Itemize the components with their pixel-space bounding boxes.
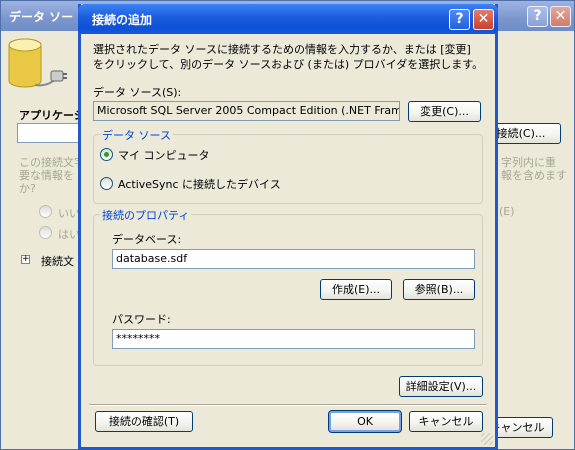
radio-my-computer-label[interactable]: マイ コンピュータ [118, 147, 210, 163]
datasource-field: Microsoft SQL Server 2005 Compact Editio… [93, 101, 400, 121]
datasource-label: データ ソース(S): [93, 86, 182, 99]
test-connection-button[interactable]: 接続の確認(T) [95, 411, 193, 432]
database-input[interactable]: database.sdf [112, 249, 475, 269]
background-app-input[interactable] [17, 123, 81, 143]
password-label: パスワード: [112, 313, 171, 326]
add-connection-dialog: 接続の追加 ? ✕ 選択されたデータ ソースに接続するための情報を入力するか、ま… [78, 4, 498, 450]
background-help-button[interactable]: ? [527, 6, 548, 27]
change-button[interactable]: 変更(C)... [408, 101, 481, 122]
background-radio-no[interactable] [39, 205, 52, 218]
background-app-label: アプリケーシ [19, 109, 85, 122]
browse-button[interactable]: 参照(B)... [403, 279, 475, 300]
radio-activesync-label[interactable]: ActiveSync に接続したデバイス [118, 176, 281, 192]
expand-icon[interactable]: + [21, 255, 30, 264]
radio-my-computer[interactable] [100, 148, 113, 161]
ok-button[interactable]: OK [328, 410, 402, 433]
help-button[interactable]: ? [449, 9, 470, 30]
create-button[interactable]: 作成(E)... [320, 279, 392, 300]
background-title: データ ソー [9, 10, 74, 24]
separator [89, 404, 487, 406]
radio-activesync[interactable] [100, 177, 113, 190]
dialog-title-bar: 接続の追加 [78, 4, 498, 34]
background-close-button[interactable]: ✕ [550, 6, 571, 27]
background-expand-label: 接続文 [41, 255, 74, 268]
connection-properties-title: 接続のプロパティ [100, 207, 192, 223]
database-label: データベース: [112, 233, 182, 246]
database-icon [8, 38, 67, 88]
datasource-group: データ ソース マイ コンピュータ ActiveSync に接続したデバイス [93, 127, 483, 204]
advanced-button[interactable]: 詳細設定(V)... [399, 376, 483, 397]
connection-properties-group: 接続のプロパティ データベース: database.sdf 作成(E)... 参… [93, 207, 483, 366]
background-desc-left: この接続文字 要な情報を か? [19, 156, 85, 195]
password-input[interactable]: ******** [112, 329, 475, 349]
background-desc-right: 字列内に重 報を含めます [501, 156, 567, 182]
background-radio-yes-label: はい [58, 228, 80, 241]
intro-text: 選択されたデータ ソースに接続するための情報を入力するか、または [変更] をク… [93, 43, 484, 71]
background-radio-e-label: (E) [499, 205, 515, 218]
dialog-title: 接続の追加 [92, 13, 153, 27]
cancel-button[interactable]: キャンセル [409, 411, 483, 432]
close-button[interactable]: ✕ [473, 9, 494, 30]
datasource-group-title: データ ソース [100, 127, 173, 143]
background-radio-yes[interactable] [39, 226, 52, 239]
background-radio-no-label: いい [58, 207, 80, 220]
resize-grip[interactable] [481, 433, 493, 445]
